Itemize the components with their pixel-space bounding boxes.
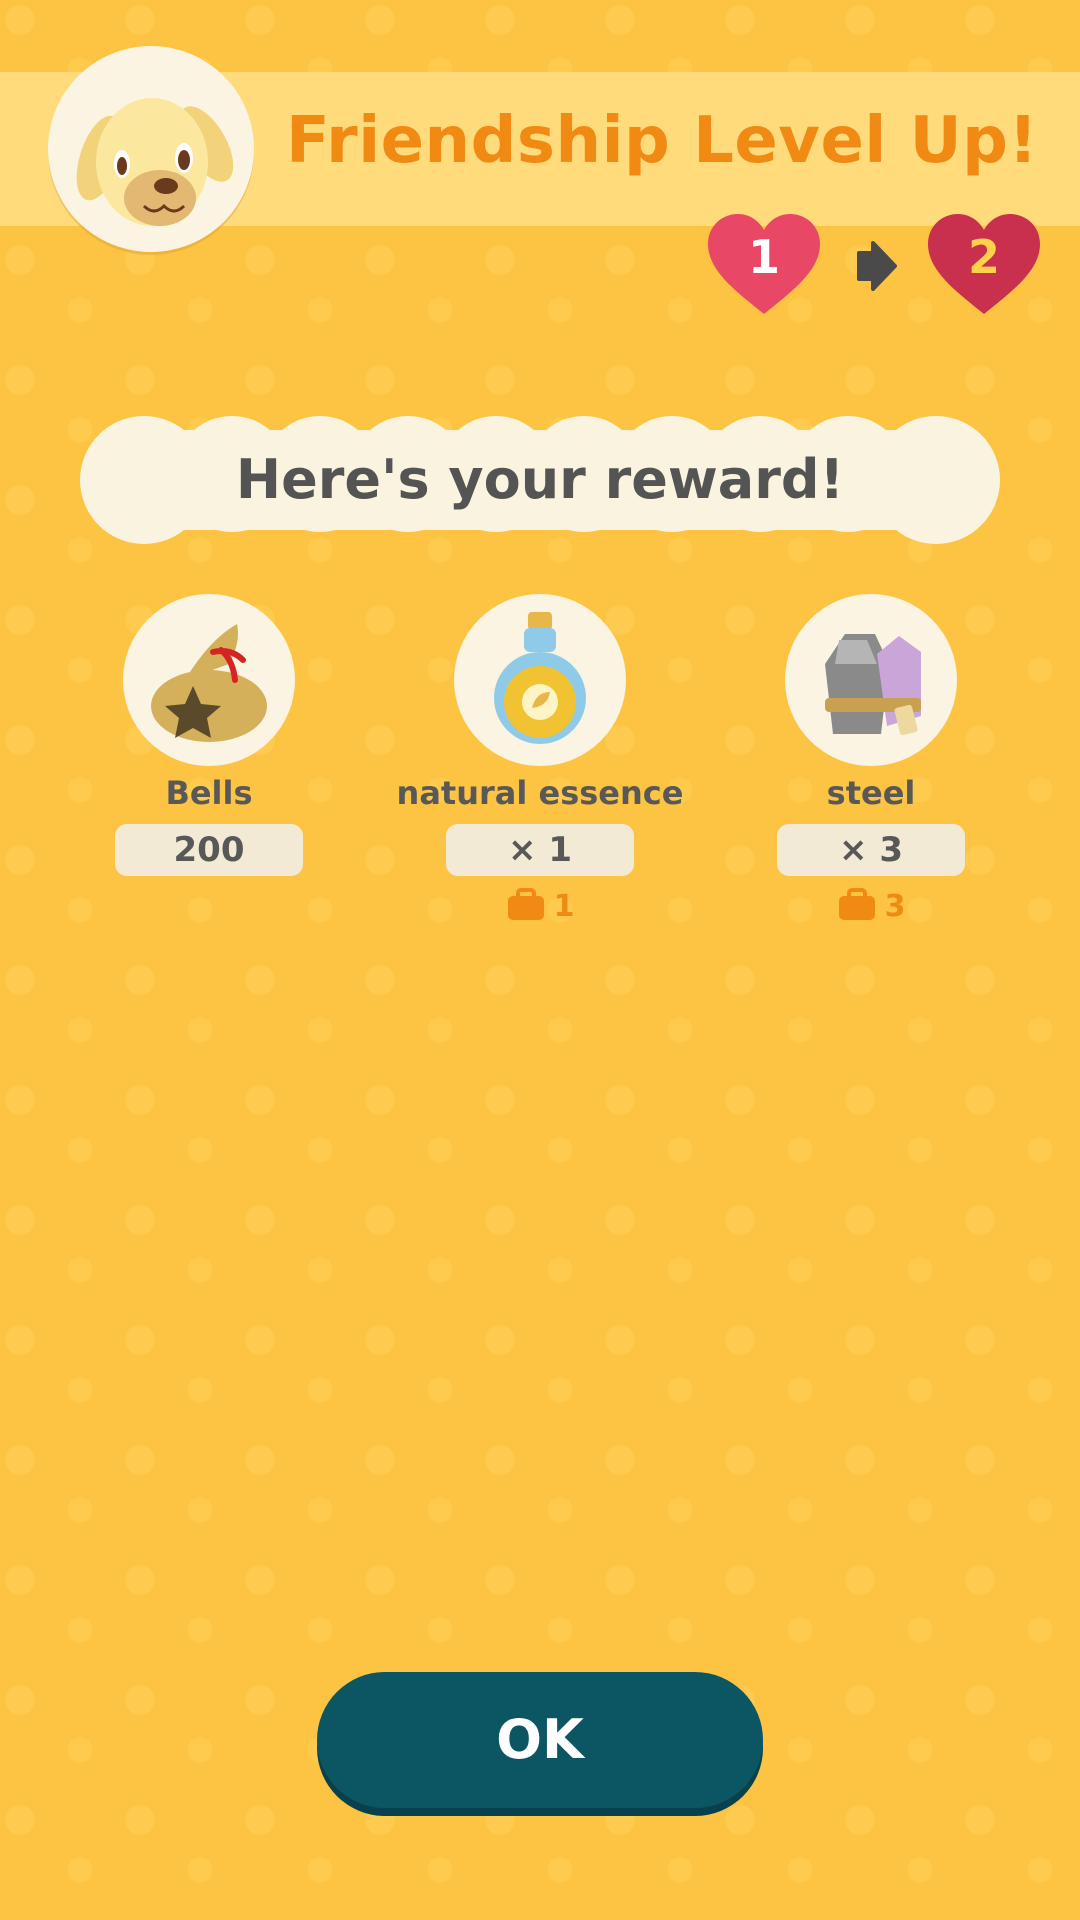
arrow-right-icon (857, 241, 897, 291)
reward-quantity: 200 (115, 824, 303, 876)
reward-name: natural essence (396, 774, 684, 812)
reward-item-steel: steel × 3 3 (721, 594, 1021, 924)
reward-icon (785, 594, 957, 766)
steel-ore-icon (825, 634, 921, 736)
reward-icon (454, 594, 626, 766)
reward-item-natural-essence: natural essence × 1 1 (390, 594, 690, 924)
inventory-count: 3 (721, 888, 1021, 924)
avatar (48, 46, 254, 252)
friendship-level-to: 2 (924, 212, 1044, 316)
reward-banner: Here's your reward! (78, 412, 1002, 548)
friendship-level-to-value: 2 (967, 230, 1000, 284)
inventory-count-value: 3 (884, 889, 906, 924)
ok-button[interactable]: OK (317, 1672, 763, 1808)
reward-icon (123, 594, 295, 766)
dog-villager-avatar-icon (76, 98, 234, 226)
reward-quantity: × 3 (777, 824, 965, 876)
reward-item-bells: Bells 200 (59, 594, 359, 876)
bag-icon (507, 888, 544, 920)
bag-icon (838, 888, 875, 920)
essence-bottle-icon (494, 612, 586, 744)
inventory-count: 1 (390, 888, 690, 924)
reward-banner-text: Here's your reward! (235, 448, 845, 511)
reward-name: Bells (165, 774, 253, 812)
bell-bag-icon (151, 624, 267, 742)
page-title: Friendship Level Up! (286, 104, 1039, 178)
reward-name: steel (826, 774, 916, 812)
inventory-count-value: 1 (553, 889, 575, 924)
reward-quantity: × 1 (446, 824, 634, 876)
friendship-level-from: 1 (704, 212, 824, 316)
friendship-level-from-value: 1 (747, 230, 780, 284)
